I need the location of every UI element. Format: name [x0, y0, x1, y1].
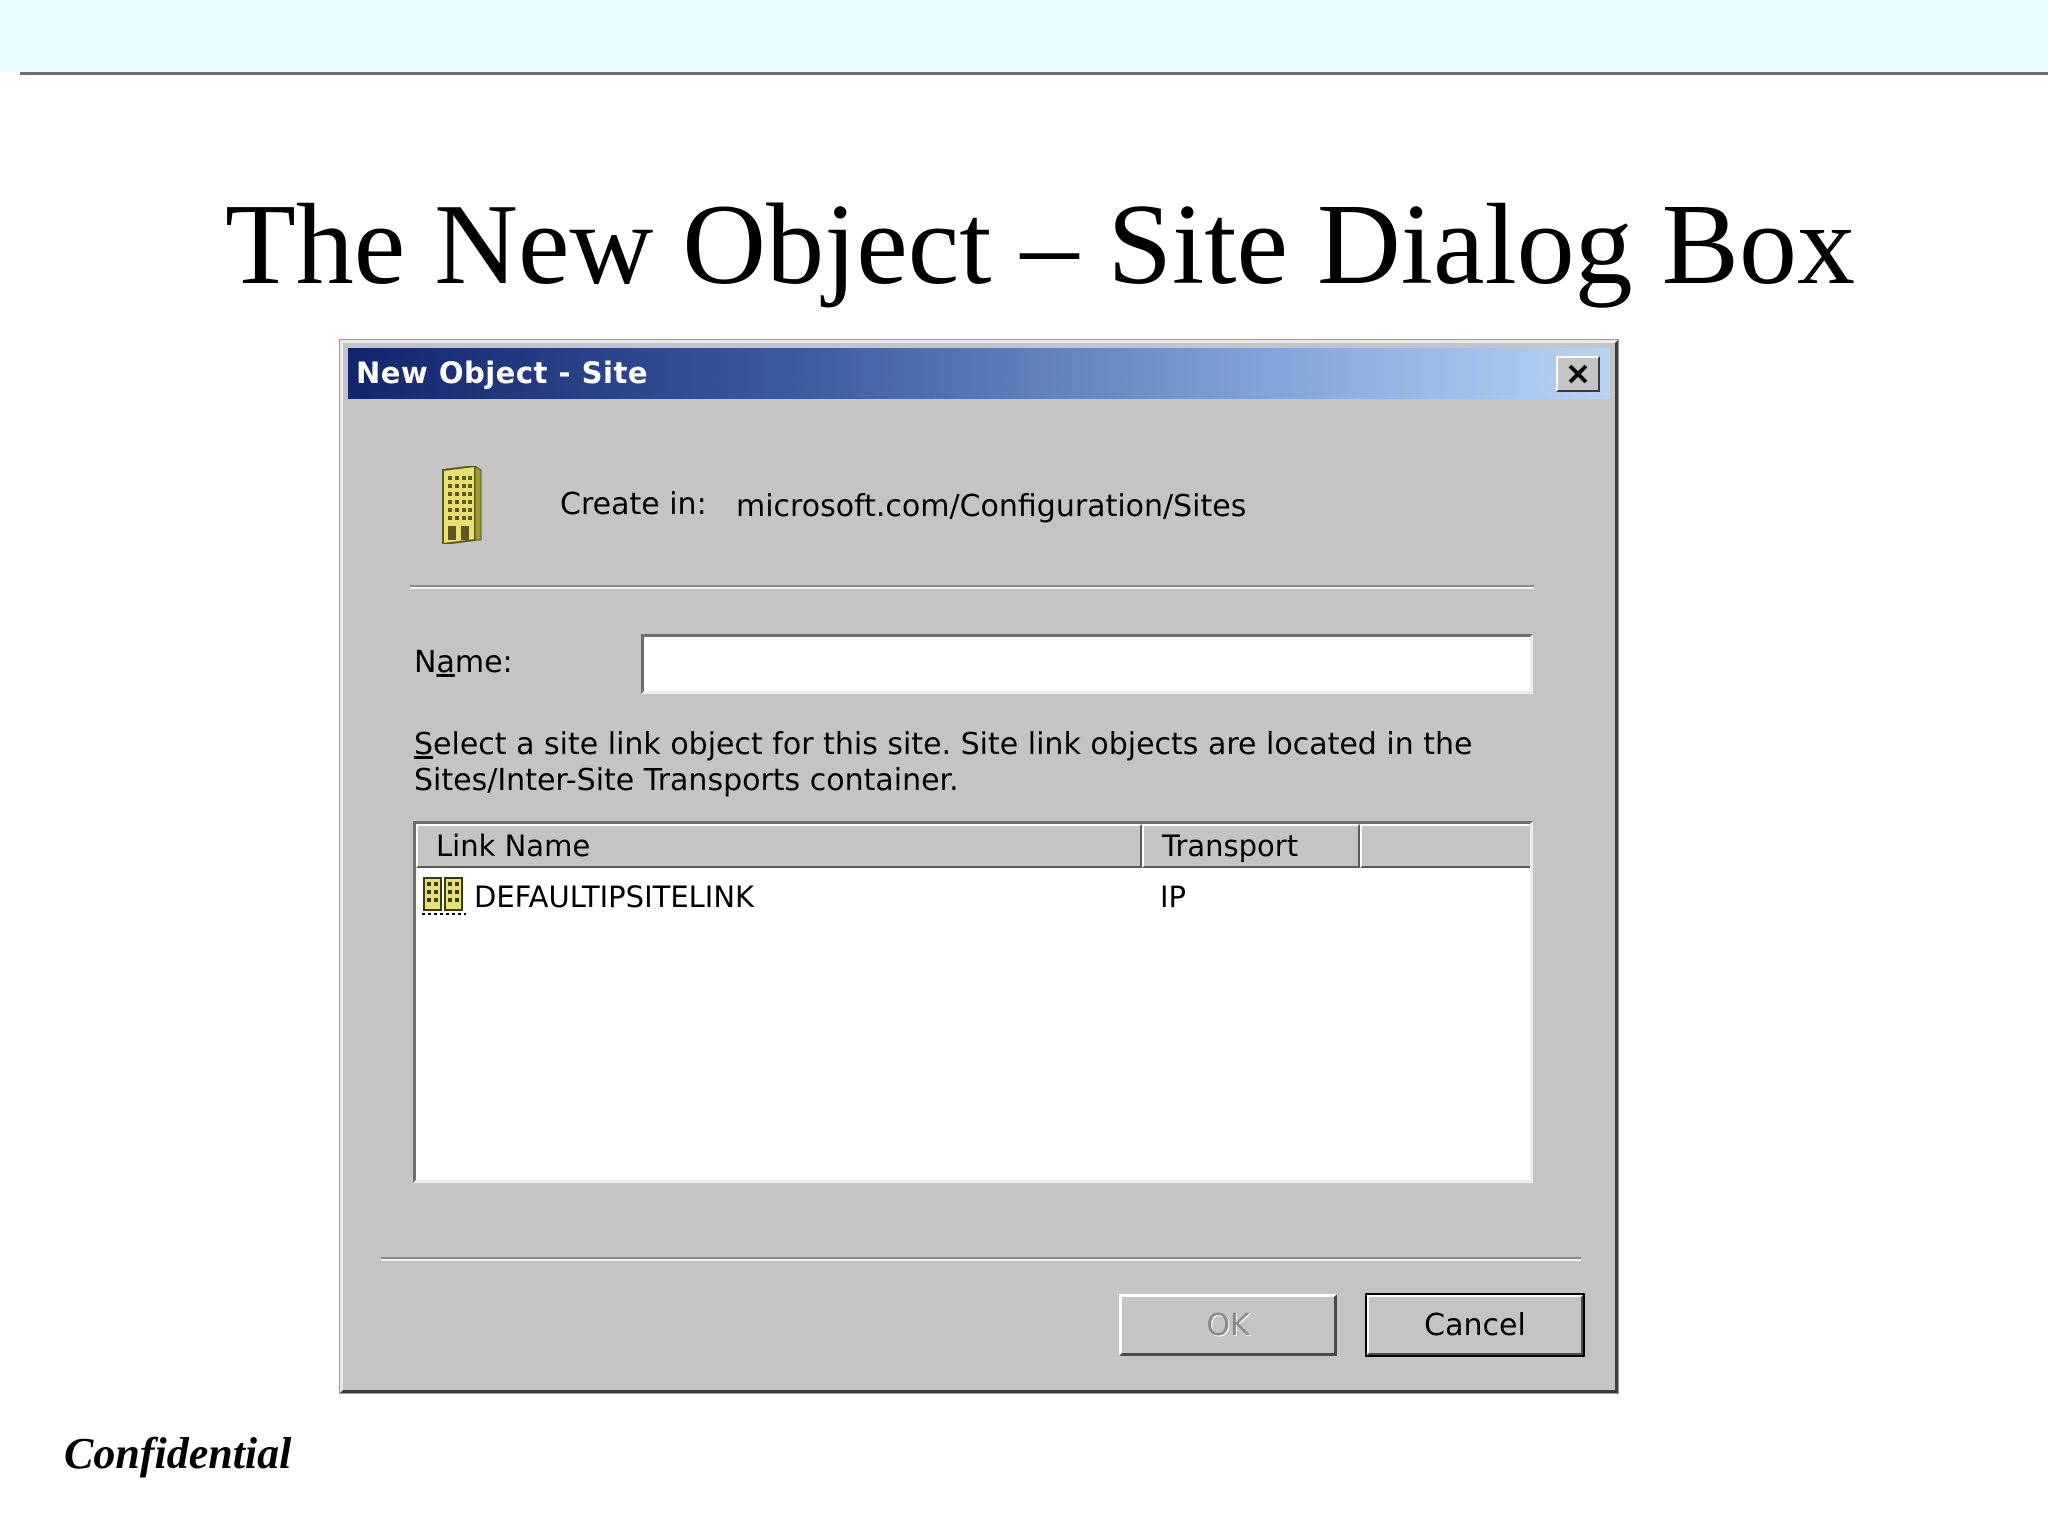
close-button[interactable] [1556, 356, 1600, 392]
site-link-instruction: Select a site link object for this site.… [414, 727, 1473, 798]
name-label: Name: [414, 645, 513, 680]
building-icon [442, 466, 482, 544]
site-link-icon [422, 877, 466, 915]
create-in-path: microsoft.com/Configuration/Sites [736, 489, 1247, 524]
slide-top-band [0, 0, 2048, 72]
list-item[interactable]: DEFAULTIPSITELINK IP [416, 874, 1530, 920]
link-name-cell: DEFAULTIPSITELINK [474, 880, 755, 914]
column-header-filler [1360, 824, 1530, 868]
column-header-transport[interactable]: Transport [1142, 824, 1360, 868]
site-link-list[interactable]: Link Name Transport DEFAULTIPSITELINK IP [413, 821, 1533, 1183]
footer-separator [381, 1257, 1581, 1261]
cancel-button[interactable]: Cancel [1365, 1293, 1585, 1357]
confidential-footer: Confidential [64, 1429, 292, 1478]
transport-cell: IP [1160, 880, 1187, 914]
header-separator [410, 585, 1534, 589]
dialog-titlebar[interactable]: New Object - Site [348, 348, 1610, 399]
new-object-site-dialog: New Object - Site Create in: microsoft.c… [340, 340, 1618, 1393]
list-header: Link Name Transport [416, 824, 1530, 868]
slide-title: The New Object – Site Dialog Box [224, 181, 1856, 309]
close-x-icon [1568, 364, 1588, 384]
name-input[interactable] [641, 634, 1533, 694]
create-in-label: Create in: [560, 487, 707, 522]
ok-button[interactable]: OK [1119, 1294, 1337, 1356]
slide-top-rule [20, 72, 2048, 75]
column-header-link-name[interactable]: Link Name [416, 824, 1142, 868]
dialog-title: New Object - Site [356, 356, 648, 390]
